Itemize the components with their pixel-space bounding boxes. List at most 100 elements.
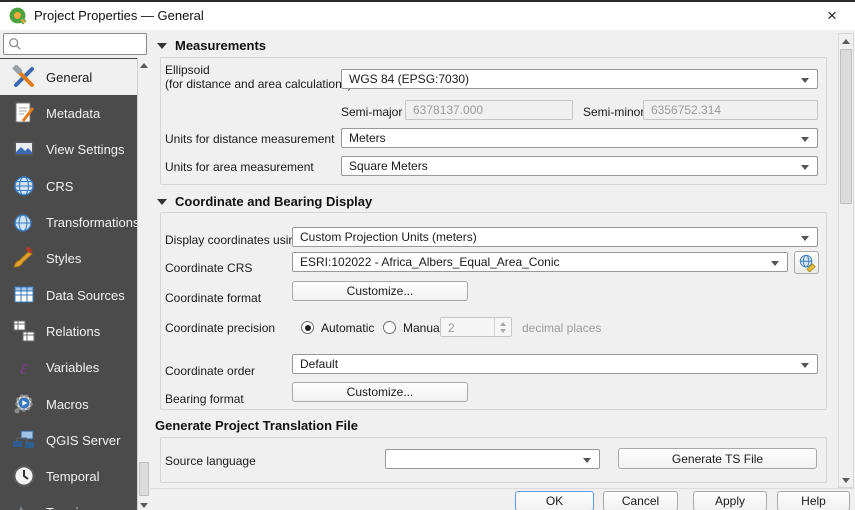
coordinate-format-label: Coordinate format	[165, 291, 262, 305]
apply-button[interactable]: Apply	[693, 491, 767, 510]
ok-button[interactable]: OK	[515, 491, 594, 510]
coordinate-display-section-header[interactable]: Coordinate and Bearing Display	[157, 194, 372, 209]
collapse-triangle-icon	[157, 42, 167, 49]
area-units-label: Units for area measurement	[165, 160, 314, 174]
settings-search	[3, 33, 147, 55]
bearing-format-customize-button[interactable]: Customize...	[292, 382, 468, 402]
general-settings-panel: Measurements Ellipsoid (for distance and…	[150, 30, 838, 488]
semi-minor-field: 6356752.314	[643, 100, 818, 120]
sidebar-item-label: Terrain	[46, 505, 86, 510]
distance-units-select[interactable]: Meters	[341, 128, 818, 148]
titlebar: Project Properties — General ×	[0, 2, 855, 30]
sidebar-item-crs[interactable]: CRS	[0, 168, 137, 204]
main-scrollbar[interactable]	[838, 33, 854, 488]
sidebar-item-data-sources[interactable]: Data Sources	[0, 277, 137, 313]
coordinate-order-label: Coordinate order	[165, 364, 256, 378]
sidebar-item-label: General	[46, 69, 93, 85]
ellipsoid-select[interactable]: WGS 84 (EPSG:7030)	[341, 69, 818, 89]
mountains-icon	[18, 506, 24, 510]
sidebar-item-label: View Settings	[46, 141, 125, 157]
precision-manual-label[interactable]: Manual	[403, 321, 442, 335]
section-title: Measurements	[175, 38, 267, 53]
clock-icon	[13, 465, 35, 487]
crs-picker-button[interactable]	[794, 251, 819, 274]
scroll-up-icon[interactable]	[138, 58, 150, 72]
sidebar: General Metadata View Settings CRS Trans…	[0, 58, 137, 510]
scroll-up-icon[interactable]	[839, 34, 853, 48]
area-units-select[interactable]: Square Meters	[341, 156, 818, 176]
sidebar-item-temporal[interactable]: Temporal	[0, 458, 137, 494]
search-icon	[9, 38, 21, 50]
sidebar-item-view-settings[interactable]: View Settings	[0, 131, 137, 167]
paintbrush-icon	[13, 246, 33, 268]
table-icon	[14, 286, 34, 303]
sidebar-item-label: Macros	[46, 396, 89, 412]
sidebar-item-qgis-server[interactable]: QGIS Server	[0, 422, 137, 458]
sidebar-item-label: Relations	[46, 323, 101, 339]
window-title: Project Properties — General	[34, 8, 204, 23]
section-title: Coordinate and Bearing Display	[175, 194, 373, 209]
collapse-triangle-icon	[157, 198, 167, 205]
translation-section-header: Generate Project Translation File	[155, 418, 358, 433]
semi-minor-label: Semi-minor	[583, 105, 645, 119]
sidebar-item-variables[interactable]: ε Variables	[0, 349, 137, 385]
coordinate-precision-label: Coordinate precision	[165, 321, 276, 335]
coordinate-crs-select[interactable]: ESRI:102022 - Africa_Albers_Equal_Area_C…	[292, 252, 788, 272]
coordinate-format-customize-button[interactable]: Customize...	[292, 281, 468, 301]
scroll-down-icon[interactable]	[138, 498, 150, 510]
semi-major-field: 6378137.000	[405, 100, 573, 120]
ellipsoid-label: Ellipsoid	[165, 63, 210, 77]
sidebar-item-general[interactable]: General	[0, 59, 137, 95]
precision-automatic-radio[interactable]	[301, 321, 314, 334]
close-icon[interactable]: ×	[819, 5, 845, 27]
sidebar-item-label: Data Sources	[46, 287, 125, 303]
search-input[interactable]	[22, 34, 146, 54]
sidebar-item-transformations[interactable]: Transformations	[0, 204, 137, 240]
sidebar-item-label: Variables	[46, 359, 100, 375]
display-coordinates-select[interactable]: Custom Projection Units (meters)	[292, 227, 818, 247]
decimal-places-label: decimal places	[522, 321, 602, 335]
coordinate-order-select[interactable]: Default	[292, 354, 818, 374]
sidebar-item-styles[interactable]: Styles	[0, 240, 137, 276]
display-coordinates-label: Display coordinates using	[165, 233, 302, 247]
gear-play-icon	[14, 394, 33, 414]
sidebar-item-label: Transformations	[46, 214, 137, 230]
project-properties-dialog: Project Properties — General × General M…	[0, 0, 855, 510]
sidebar-item-macros[interactable]: Macros	[0, 386, 137, 422]
sidebar-item-label: Metadata	[46, 105, 101, 121]
sidebar-item-relations[interactable]: Relations	[0, 313, 137, 349]
sidebar-item-label: CRS	[46, 178, 74, 194]
sidebar-item-terrain[interactable]: Terrain	[0, 494, 137, 510]
distance-units-label: Units for distance measurement	[165, 132, 335, 146]
source-language-select[interactable]	[385, 449, 600, 469]
footer-divider	[150, 488, 855, 489]
section-title: Generate Project Translation File	[155, 418, 359, 433]
cancel-button[interactable]: Cancel	[603, 491, 678, 510]
source-language-label: Source language	[165, 454, 256, 468]
precision-automatic-label[interactable]: Automatic	[321, 321, 374, 335]
precision-manual-radio[interactable]	[383, 321, 396, 334]
sidebar-scrollbar-thumb[interactable]	[139, 462, 149, 496]
measurements-section-header[interactable]: Measurements	[157, 38, 266, 53]
globe-icon	[14, 176, 34, 196]
sidebar-item-label: QGIS Server	[46, 432, 121, 448]
sidebar-item-label: Temporal	[46, 468, 100, 484]
scroll-down-icon[interactable]	[839, 473, 853, 487]
sidebar-scrollbar[interactable]	[137, 58, 150, 510]
globe-arrows-icon	[14, 211, 35, 232]
ellipsoid-label-line2: (for distance and area calculations)	[165, 77, 352, 91]
bearing-format-label: Bearing format	[165, 392, 244, 406]
spinbox-arrows-icon[interactable]	[494, 318, 511, 336]
computers-network-icon	[13, 430, 34, 448]
epsilon-icon: ε	[20, 357, 28, 379]
qgis-logo-icon	[8, 6, 27, 30]
main-scrollbar-thumb[interactable]	[840, 49, 852, 204]
help-button[interactable]: Help	[777, 491, 850, 510]
globe-edit-icon	[799, 254, 816, 272]
linked-tables-icon	[13, 320, 35, 342]
map-image-icon	[14, 141, 34, 156]
sidebar-item-metadata[interactable]: Metadata	[0, 95, 137, 131]
precision-spinbox[interactable]: 2	[440, 317, 512, 337]
coordinate-crs-label: Coordinate CRS	[165, 261, 253, 275]
generate-ts-file-button[interactable]: Generate TS File	[618, 448, 817, 469]
